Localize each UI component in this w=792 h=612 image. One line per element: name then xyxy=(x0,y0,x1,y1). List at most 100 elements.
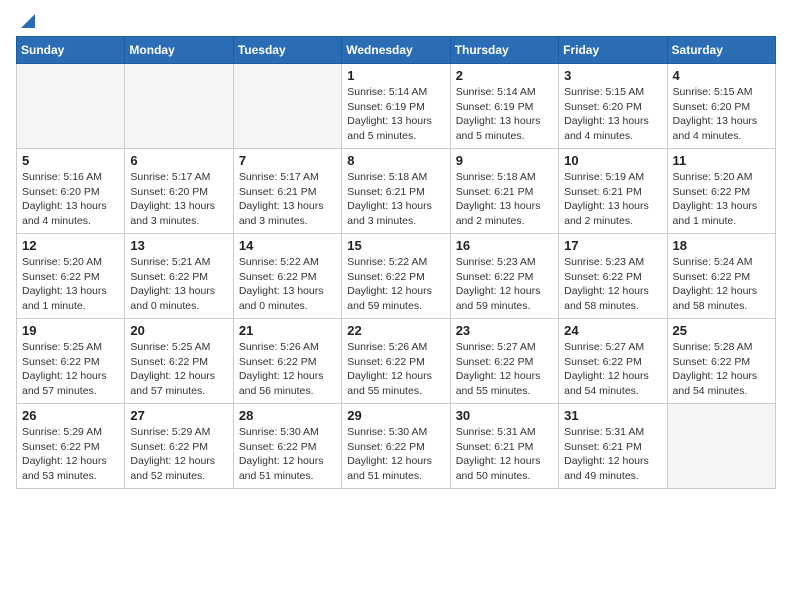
day-number: 20 xyxy=(130,323,227,338)
day-info: Sunrise: 5:18 AM Sunset: 6:21 PM Dayligh… xyxy=(456,170,553,229)
day-info: Sunrise: 5:25 AM Sunset: 6:22 PM Dayligh… xyxy=(130,340,227,399)
day-number: 8 xyxy=(347,153,444,168)
day-number: 24 xyxy=(564,323,661,338)
day-number: 23 xyxy=(456,323,553,338)
calendar-cell: 10 Sunrise: 5:19 AM Sunset: 6:21 PM Dayli… xyxy=(559,149,667,234)
logo xyxy=(16,16,35,26)
day-info: Sunrise: 5:15 AM Sunset: 6:20 PM Dayligh… xyxy=(673,85,770,144)
day-info: Sunrise: 5:30 AM Sunset: 6:22 PM Dayligh… xyxy=(347,425,444,484)
day-info: Sunrise: 5:26 AM Sunset: 6:22 PM Dayligh… xyxy=(239,340,336,399)
calendar-cell xyxy=(125,64,233,149)
calendar-cell: 13Sunrise: 5:21 AM Sunset: 6:22 PM Dayli… xyxy=(125,234,233,319)
day-info: Sunrise: 5:20 AM Sunset: 6:22 PM Dayligh… xyxy=(22,255,119,314)
calendar-cell: 16 Sunrise: 5:23 AM Sunset: 6:22 PM Dayli… xyxy=(450,234,558,319)
day-info: Sunrise: 5:20 AM Sunset: 6:22 PM Dayligh… xyxy=(673,170,770,229)
calendar-cell: 24 Sunrise: 5:27 AM Sunset: 6:22 PM Dayli… xyxy=(559,319,667,404)
calendar-cell: 20 Sunrise: 5:25 AM Sunset: 6:22 PM Dayli… xyxy=(125,319,233,404)
calendar-cell xyxy=(667,404,775,489)
day-info: Sunrise: 5:15 AM Sunset: 6:20 PM Dayligh… xyxy=(564,85,661,144)
calendar-cell: 23 Sunrise: 5:27 AM Sunset: 6:22 PM Dayli… xyxy=(450,319,558,404)
day-number: 10 xyxy=(564,153,661,168)
calendar-cell xyxy=(233,64,341,149)
day-number: 28 xyxy=(239,408,336,423)
day-info: Sunrise: 5:18 AM Sunset: 6:21 PM Dayligh… xyxy=(347,170,444,229)
calendar-week-4: 19 Sunrise: 5:25 AM Sunset: 6:22 PM Dayli… xyxy=(17,319,776,404)
day-info: Sunrise: 5:19 AM Sunset: 6:21 PM Dayligh… xyxy=(564,170,661,229)
day-number: 30 xyxy=(456,408,553,423)
calendar-cell: 7Sunrise: 5:17 AM Sunset: 6:21 PM Daylig… xyxy=(233,149,341,234)
day-info: Sunrise: 5:22 AM Sunset: 6:22 PM Dayligh… xyxy=(239,255,336,314)
calendar-cell: 6Sunrise: 5:17 AM Sunset: 6:20 PM Daylig… xyxy=(125,149,233,234)
calendar-cell: 29 Sunrise: 5:30 AM Sunset: 6:22 PM Dayli… xyxy=(342,404,450,489)
day-number: 2 xyxy=(456,68,553,83)
day-info: Sunrise: 5:25 AM Sunset: 6:22 PM Dayligh… xyxy=(22,340,119,399)
day-info: Sunrise: 5:14 AM Sunset: 6:19 PM Dayligh… xyxy=(456,85,553,144)
calendar-cell: 5Sunrise: 5:16 AM Sunset: 6:20 PM Daylig… xyxy=(17,149,125,234)
day-number: 5 xyxy=(22,153,119,168)
day-header-wednesday: Wednesday xyxy=(342,37,450,64)
calendar-cell: 8 Sunrise: 5:18 AM Sunset: 6:21 PM Daylig… xyxy=(342,149,450,234)
day-number: 1 xyxy=(347,68,444,83)
day-number: 12 xyxy=(22,238,119,253)
day-info: Sunrise: 5:30 AM Sunset: 6:22 PM Dayligh… xyxy=(239,425,336,484)
calendar-cell: 2 Sunrise: 5:14 AM Sunset: 6:19 PM Daylig… xyxy=(450,64,558,149)
day-info: Sunrise: 5:21 AM Sunset: 6:22 PM Dayligh… xyxy=(130,255,227,314)
calendar-header-row: SundayMondayTuesdayWednesdayThursdayFrid… xyxy=(17,37,776,64)
calendar-cell: 15 Sunrise: 5:22 AM Sunset: 6:22 PM Dayli… xyxy=(342,234,450,319)
calendar-cell: 26 Sunrise: 5:29 AM Sunset: 6:22 PM Dayli… xyxy=(17,404,125,489)
day-header-monday: Monday xyxy=(125,37,233,64)
calendar-cell: 28 Sunrise: 5:30 AM Sunset: 6:22 PM Dayli… xyxy=(233,404,341,489)
day-number: 3 xyxy=(564,68,661,83)
day-info: Sunrise: 5:24 AM Sunset: 6:22 PM Dayligh… xyxy=(673,255,770,314)
day-number: 22 xyxy=(347,323,444,338)
day-number: 29 xyxy=(347,408,444,423)
day-header-saturday: Saturday xyxy=(667,37,775,64)
calendar-cell: 18Sunrise: 5:24 AM Sunset: 6:22 PM Dayli… xyxy=(667,234,775,319)
day-info: Sunrise: 5:27 AM Sunset: 6:22 PM Dayligh… xyxy=(456,340,553,399)
day-info: Sunrise: 5:23 AM Sunset: 6:22 PM Dayligh… xyxy=(564,255,661,314)
day-number: 31 xyxy=(564,408,661,423)
calendar-week-2: 5Sunrise: 5:16 AM Sunset: 6:20 PM Daylig… xyxy=(17,149,776,234)
day-header-tuesday: Tuesday xyxy=(233,37,341,64)
calendar-cell: 27 Sunrise: 5:29 AM Sunset: 6:22 PM Dayli… xyxy=(125,404,233,489)
day-header-thursday: Thursday xyxy=(450,37,558,64)
day-info: Sunrise: 5:17 AM Sunset: 6:20 PM Dayligh… xyxy=(130,170,227,229)
day-number: 26 xyxy=(22,408,119,423)
day-number: 19 xyxy=(22,323,119,338)
calendar-table: SundayMondayTuesdayWednesdayThursdayFrid… xyxy=(16,36,776,489)
day-info: Sunrise: 5:14 AM Sunset: 6:19 PM Dayligh… xyxy=(347,85,444,144)
day-number: 9 xyxy=(456,153,553,168)
calendar-cell: 19 Sunrise: 5:25 AM Sunset: 6:22 PM Dayli… xyxy=(17,319,125,404)
calendar-cell xyxy=(17,64,125,149)
calendar-cell: 22 Sunrise: 5:26 AM Sunset: 6:22 PM Dayli… xyxy=(342,319,450,404)
calendar-week-5: 26 Sunrise: 5:29 AM Sunset: 6:22 PM Dayli… xyxy=(17,404,776,489)
calendar-cell: 17Sunrise: 5:23 AM Sunset: 6:22 PM Dayli… xyxy=(559,234,667,319)
calendar-cell: 31 Sunrise: 5:31 AM Sunset: 6:21 PM Dayli… xyxy=(559,404,667,489)
day-number: 25 xyxy=(673,323,770,338)
day-info: Sunrise: 5:31 AM Sunset: 6:21 PM Dayligh… xyxy=(564,425,661,484)
day-info: Sunrise: 5:17 AM Sunset: 6:21 PM Dayligh… xyxy=(239,170,336,229)
day-info: Sunrise: 5:27 AM Sunset: 6:22 PM Dayligh… xyxy=(564,340,661,399)
day-header-friday: Friday xyxy=(559,37,667,64)
calendar-cell: 12 Sunrise: 5:20 AM Sunset: 6:22 PM Dayli… xyxy=(17,234,125,319)
calendar-cell: 21Sunrise: 5:26 AM Sunset: 6:22 PM Dayli… xyxy=(233,319,341,404)
day-number: 4 xyxy=(673,68,770,83)
day-number: 16 xyxy=(456,238,553,253)
day-info: Sunrise: 5:22 AM Sunset: 6:22 PM Dayligh… xyxy=(347,255,444,314)
day-info: Sunrise: 5:29 AM Sunset: 6:22 PM Dayligh… xyxy=(22,425,119,484)
day-number: 15 xyxy=(347,238,444,253)
calendar-cell: 9 Sunrise: 5:18 AM Sunset: 6:21 PM Daylig… xyxy=(450,149,558,234)
logo-triangle-icon xyxy=(17,12,35,30)
day-number: 27 xyxy=(130,408,227,423)
day-info: Sunrise: 5:28 AM Sunset: 6:22 PM Dayligh… xyxy=(673,340,770,399)
calendar-week-1: 1 Sunrise: 5:14 AM Sunset: 6:19 PM Daylig… xyxy=(17,64,776,149)
page-header xyxy=(16,16,776,26)
calendar-cell: 25 Sunrise: 5:28 AM Sunset: 6:22 PM Dayli… xyxy=(667,319,775,404)
day-info: Sunrise: 5:23 AM Sunset: 6:22 PM Dayligh… xyxy=(456,255,553,314)
calendar-cell: 14Sunrise: 5:22 AM Sunset: 6:22 PM Dayli… xyxy=(233,234,341,319)
day-info: Sunrise: 5:26 AM Sunset: 6:22 PM Dayligh… xyxy=(347,340,444,399)
calendar-cell: 11 Sunrise: 5:20 AM Sunset: 6:22 PM Dayli… xyxy=(667,149,775,234)
calendar-cell: 1 Sunrise: 5:14 AM Sunset: 6:19 PM Daylig… xyxy=(342,64,450,149)
day-info: Sunrise: 5:29 AM Sunset: 6:22 PM Dayligh… xyxy=(130,425,227,484)
day-number: 11 xyxy=(673,153,770,168)
